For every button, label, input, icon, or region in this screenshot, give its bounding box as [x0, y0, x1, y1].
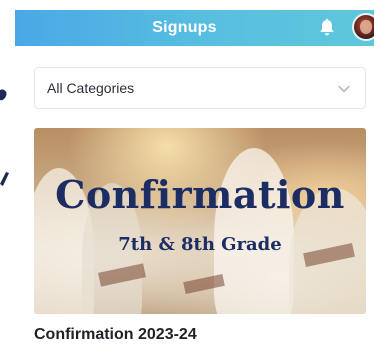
category-select-value: All Categories	[47, 80, 135, 96]
category-select[interactable]: All Categories	[34, 67, 366, 109]
avatar[interactable]	[352, 13, 374, 41]
app-header: Signups	[15, 10, 374, 46]
bell-icon[interactable]	[317, 18, 337, 38]
banner-subtitle: 7th & 8th Grade	[118, 234, 282, 255]
page-edge-fragment	[0, 172, 9, 186]
chevron-down-icon	[338, 85, 350, 93]
banner-title: Confirmation	[55, 172, 345, 217]
signup-card-image[interactable]: Confirmation 7th & 8th Grade	[34, 128, 366, 314]
signup-card-title[interactable]: Confirmation 2023-24	[34, 326, 197, 344]
signups-page: Signups All Categories Confirmation 7th …	[0, 0, 374, 345]
page-edge-fragment	[0, 89, 7, 101]
page-title: Signups	[152, 19, 217, 36]
avatar-face	[360, 20, 372, 34]
